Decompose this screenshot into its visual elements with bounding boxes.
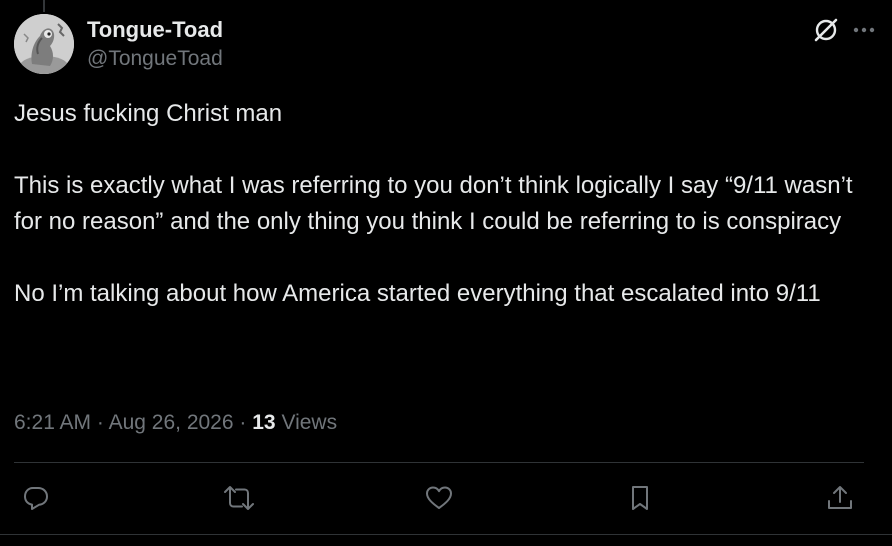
meta-separator: · xyxy=(96,411,104,434)
author-display-name[interactable]: Tongue-Toad xyxy=(87,15,223,45)
tweet-date[interactable]: Aug 26, 2026 xyxy=(109,411,234,434)
retweet-icon xyxy=(224,486,254,510)
tweet-header: Tongue-Toad @TongueToad xyxy=(14,14,878,76)
tweet-meta: 6:21 AM · Aug 26, 2026 · 13 Views xyxy=(14,408,337,438)
bottom-divider xyxy=(0,534,892,535)
reply-icon xyxy=(24,487,48,510)
share-button[interactable] xyxy=(820,478,860,518)
share-icon xyxy=(828,486,852,509)
tweet-time[interactable]: 6:21 AM xyxy=(14,411,91,434)
tweet-paragraph: No I’m talking about how America started… xyxy=(14,280,821,307)
divider xyxy=(14,462,864,463)
views-label: Views xyxy=(281,411,338,434)
views-count: 13 xyxy=(252,411,276,434)
action-bar xyxy=(14,478,864,518)
grok-icon[interactable] xyxy=(812,16,840,44)
more-icon[interactable] xyxy=(850,16,878,44)
reply-button[interactable] xyxy=(16,478,56,518)
avatar[interactable] xyxy=(14,14,74,74)
tweet-text: Jesus fucking Christ man This is exactly… xyxy=(14,96,874,348)
like-icon xyxy=(426,486,452,509)
author-handle[interactable]: @TongueToad xyxy=(87,45,223,73)
like-button[interactable] xyxy=(419,478,459,518)
meta-separator: · xyxy=(239,411,247,434)
tweet-paragraph: Jesus fucking Christ man xyxy=(14,100,283,127)
thread-connector-line xyxy=(43,0,45,12)
retweet-button[interactable] xyxy=(219,478,259,518)
bookmark-icon xyxy=(632,486,648,510)
tweet-paragraph: This is exactly what I was referring to … xyxy=(14,172,860,235)
author-names: Tongue-Toad @TongueToad xyxy=(87,15,223,73)
bookmark-button[interactable] xyxy=(620,478,660,518)
avatar-icon xyxy=(14,14,74,74)
